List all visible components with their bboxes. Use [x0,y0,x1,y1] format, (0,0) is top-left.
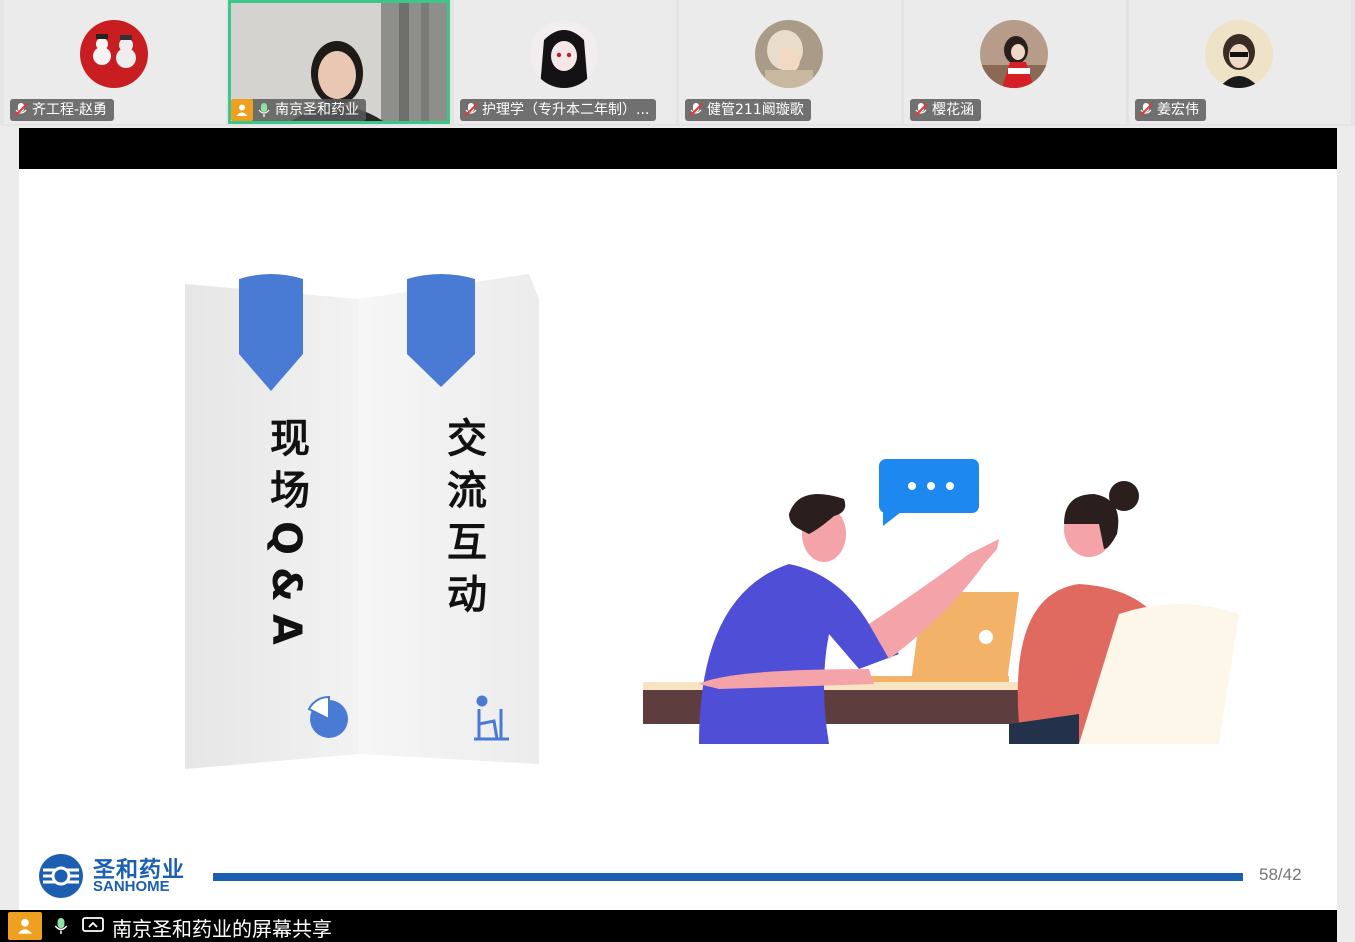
host-icon [8,912,42,940]
participant-name: 姜宏伟 [1157,102,1199,118]
avatar [80,20,148,88]
participant-name-tag: 护理学（专升本二年制）... [460,99,657,121]
conversation-illustration [643,459,1239,744]
screen-share-label: 南京圣和药业的屏幕共享 [112,917,332,941]
company-logo: 圣和药业 SANHOME [37,852,197,902]
participant-name-tag: 南京圣和药业 [231,99,366,121]
speech-bubble-icon [879,459,979,526]
participant-name: 健管211阚璇歌 [707,102,804,118]
mic-muted-icon [914,103,928,117]
host-icon [231,99,253,121]
participant-tile[interactable]: 健管211阚璇歌 [679,0,901,124]
participant-name: 齐工程-赵勇 [32,102,108,118]
shared-screen-top-band [19,128,1337,169]
participant-name-tag: 姜宏伟 [1135,99,1206,121]
bookmark-right-text: 交流互动 [440,417,486,625]
mic-muted-icon [14,103,28,117]
slide-page-number: 58/42 [1259,865,1302,884]
participant-tile-active[interactable]: 南京圣和药业 [228,0,450,124]
mic-muted-icon [1139,103,1153,117]
participant-tile[interactable]: 护理学（专升本二年制）... [454,0,676,124]
meeting-window: 齐工程-赵勇 南京圣和药业 护理学（专升本二年制）... 健管211阚璇歌 樱花… [0,0,1355,942]
participant-name-tag: 齐工程-赵勇 [10,99,115,121]
avatar [755,20,823,88]
bookmark-left-text: 现场Q&A [263,417,309,657]
avatar [530,20,598,88]
mic-active-icon[interactable] [53,916,69,936]
bookmark-panels [185,274,539,769]
avatar [980,20,1048,88]
participant-strip: 齐工程-赵勇 南京圣和药业 护理学（专升本二年制）... 健管211阚璇歌 樱花… [0,0,1355,126]
screen-share-bar: 南京圣和药业的屏幕共享 [0,910,1337,942]
mic-muted-icon [689,103,703,117]
participant-name: 南京圣和药业 [275,102,359,118]
logo-en-text: SANHOME [93,878,170,895]
sanhome-logo-icon [39,854,83,898]
mic-active-icon [258,103,270,117]
participant-name: 樱花涵 [932,102,974,118]
shared-slide: 现场Q&A 交流互动 圣和药业 SANHOME 58/42 [19,169,1337,910]
participant-name-tag: 健管211阚璇歌 [685,99,811,121]
avatar [1205,20,1273,88]
participant-name-tag: 樱花涵 [910,99,981,121]
participant-tile[interactable]: 樱花涵 [904,0,1126,124]
slide-progress-bar [213,873,1243,881]
participant-tile[interactable]: 齐工程-赵勇 [4,0,226,124]
participant-tile[interactable]: 姜宏伟 [1129,0,1351,124]
mic-muted-icon [464,103,478,117]
screen-share-icon[interactable] [82,917,104,935]
participant-name: 护理学（专升本二年制）... [482,102,650,118]
